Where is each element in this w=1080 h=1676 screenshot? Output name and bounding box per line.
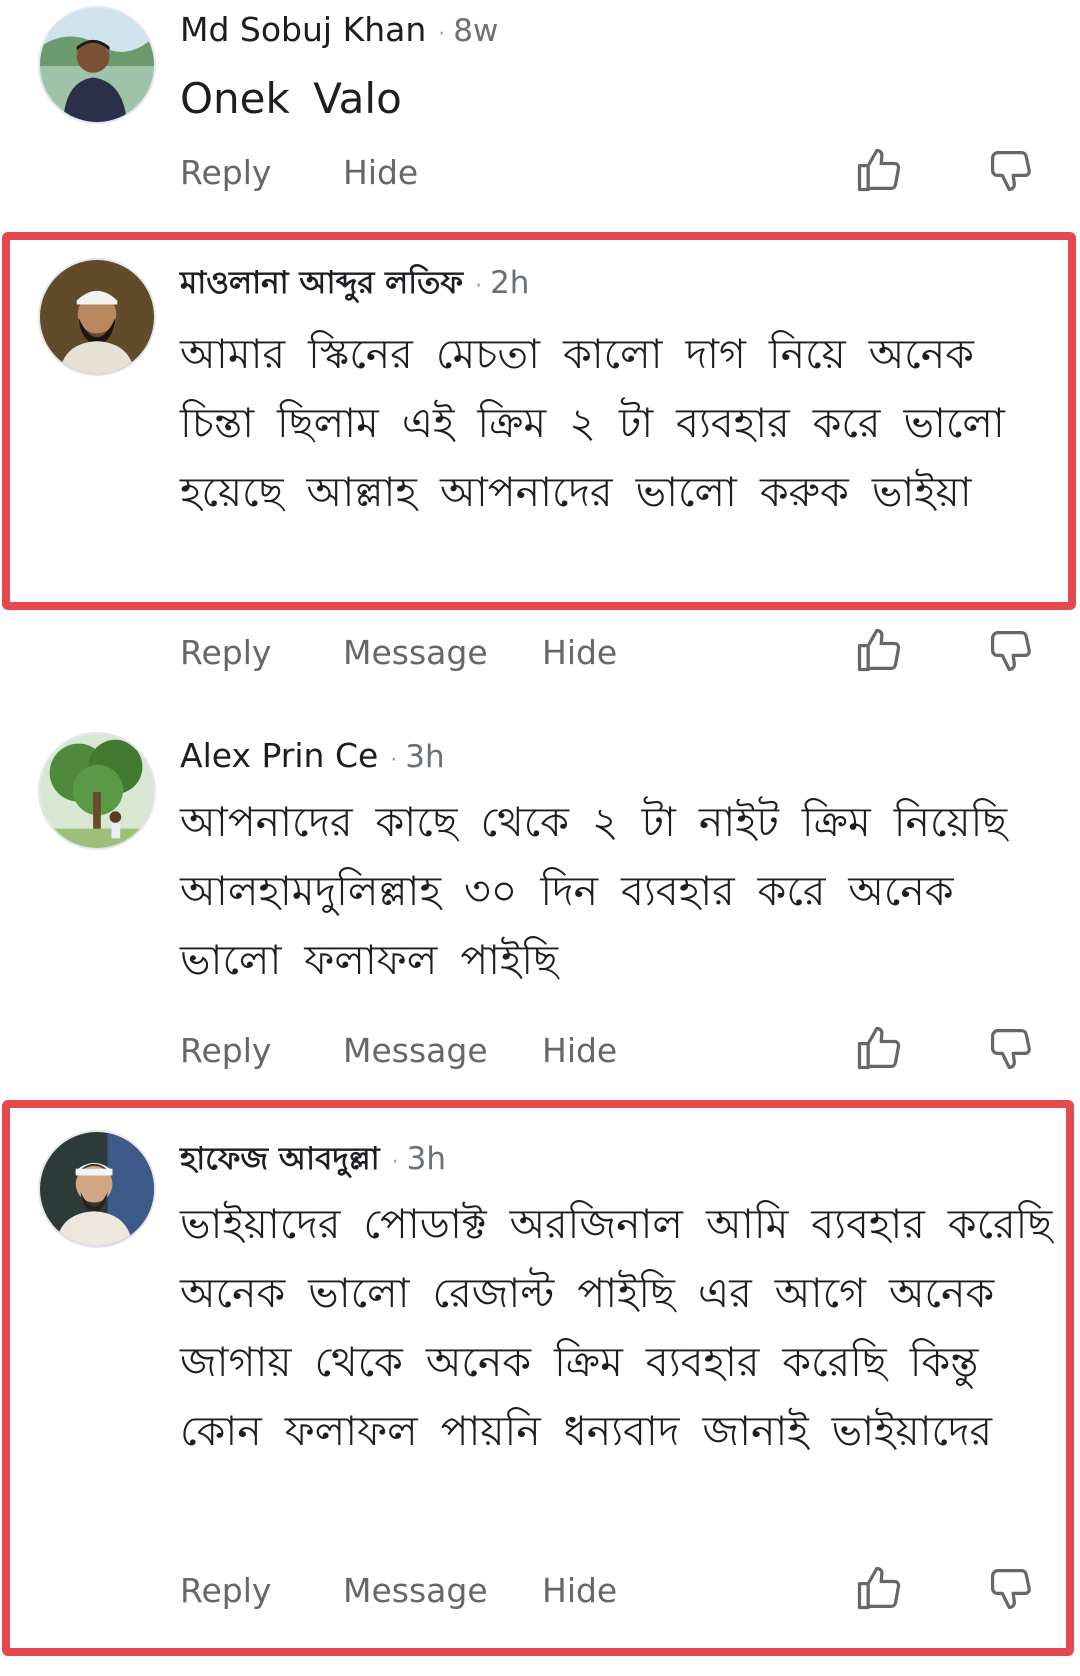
separator-dot: · xyxy=(390,748,398,773)
avatar[interactable] xyxy=(38,732,156,850)
thumbs-up-icon[interactable] xyxy=(853,1022,905,1074)
thumbs-down-icon[interactable] xyxy=(985,144,1037,196)
hide-button[interactable]: Hide xyxy=(542,1026,617,1076)
timestamp[interactable]: 3h xyxy=(407,1141,446,1177)
comment-header: হাফেজ আবদুল্লা · 3h xyxy=(180,1138,446,1178)
separator-dot: · xyxy=(475,274,483,299)
author-name[interactable]: মাওলানা আব্দুর লতিফ xyxy=(180,265,463,301)
comment-actions: Reply Hide xyxy=(180,148,1060,198)
comment-actions: Reply Message Hide xyxy=(180,1026,1060,1076)
timestamp[interactable]: 8w xyxy=(453,13,498,49)
comment-text: ভাইয়াদের পোডাক্ট অরজিনাল আমি ব্যবহার কর… xyxy=(180,1200,1053,1455)
comment-actions: Reply Message Hide xyxy=(180,1566,1060,1616)
comment-actions: Reply Message Hide xyxy=(180,628,1060,678)
comment-header: Alex Prin Ce · 3h xyxy=(180,736,445,776)
message-button[interactable]: Message xyxy=(343,628,488,678)
avatar[interactable] xyxy=(38,6,156,124)
reply-button[interactable]: Reply xyxy=(180,628,271,678)
comment-text: আমার স্কিনের মেচতা কালো দাগ নিয়ে অনেক চ… xyxy=(180,330,1005,516)
timestamp[interactable]: 3h xyxy=(405,739,444,775)
reply-button[interactable]: Reply xyxy=(180,148,271,198)
thumbs-up-icon[interactable] xyxy=(853,624,905,676)
timestamp[interactable]: 2h xyxy=(490,265,529,301)
separator-dot: · xyxy=(391,1150,399,1175)
comment-header: Md Sobuj Khan · 8w xyxy=(180,10,498,50)
hide-button[interactable]: Hide xyxy=(343,148,418,198)
comment-text: আপনাদের কাছে থেকে ২ টা নাইট ক্রিম নিয়েছ… xyxy=(180,798,1008,984)
hide-button[interactable]: Hide xyxy=(542,1566,617,1616)
message-button[interactable]: Message xyxy=(343,1026,488,1076)
comment-text: Onek Valo xyxy=(180,74,402,123)
avatar[interactable] xyxy=(38,1130,156,1248)
author-name[interactable]: Md Sobuj Khan xyxy=(180,10,426,49)
message-button[interactable]: Message xyxy=(343,1566,488,1616)
thumbs-up-icon[interactable] xyxy=(853,144,905,196)
reply-button[interactable]: Reply xyxy=(180,1026,271,1076)
avatar[interactable] xyxy=(38,258,156,376)
thumbs-down-icon[interactable] xyxy=(985,1562,1037,1614)
author-name[interactable]: হাফেজ আবদুল্লা xyxy=(180,1141,380,1177)
thumbs-down-icon[interactable] xyxy=(985,1022,1037,1074)
reply-button[interactable]: Reply xyxy=(180,1566,271,1616)
author-name[interactable]: Alex Prin Ce xyxy=(180,736,378,775)
comment-header: মাওলানা আব্দুর লতিফ · 2h xyxy=(180,262,529,302)
hide-button[interactable]: Hide xyxy=(542,628,617,678)
thumbs-up-icon[interactable] xyxy=(853,1562,905,1614)
thumbs-down-icon[interactable] xyxy=(985,624,1037,676)
separator-dot: · xyxy=(438,22,446,47)
